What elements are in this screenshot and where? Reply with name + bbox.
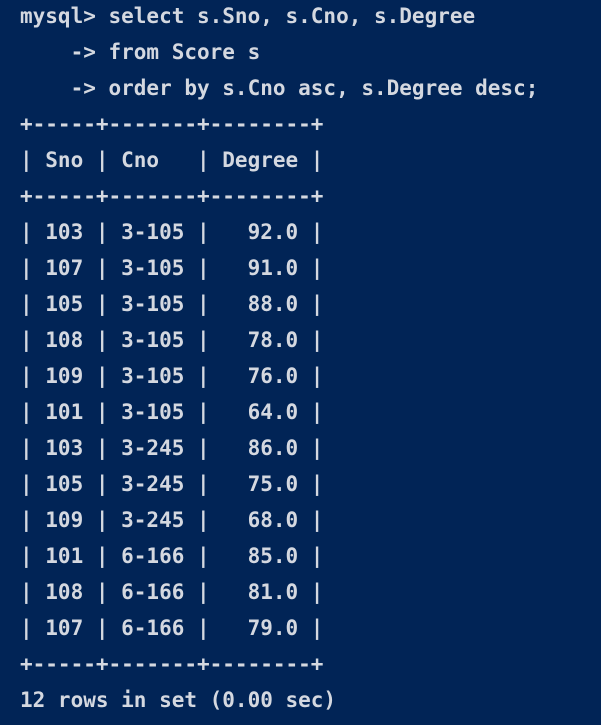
- table-row: | 101 | 6-166 | 85.0 |: [20, 544, 324, 568]
- continuation-line-order-by: -> order by s.Cno asc, s.Degree desc;: [20, 76, 539, 100]
- terminal-window[interactable]: mysql> select s.Sno, s.Cno, s.Degree -> …: [0, 0, 601, 723]
- table-row: | 107 | 6-166 | 79.0 |: [20, 616, 324, 640]
- table-border-header: +-----+-------+--------+: [20, 184, 324, 208]
- table-row: | 107 | 3-105 | 91.0 |: [20, 256, 324, 280]
- table-row: | 103 | 3-245 | 86.0 |: [20, 436, 324, 460]
- table-row: | 108 | 3-105 | 78.0 |: [20, 328, 324, 352]
- table-border-top: +-----+-------+--------+: [20, 112, 324, 136]
- table-row: | 108 | 6-166 | 81.0 |: [20, 580, 324, 604]
- prompt-line-select: mysql> select s.Sno, s.Cno, s.Degree: [20, 4, 476, 28]
- table-row: | 103 | 3-105 | 92.0 |: [20, 220, 324, 244]
- table-header-row: | Sno | Cno | Degree |: [20, 148, 324, 172]
- table-border-bottom: +-----+-------+--------+: [20, 652, 324, 676]
- table-row: | 105 | 3-245 | 75.0 |: [20, 472, 324, 496]
- continuation-line-from: -> from Score s: [20, 40, 261, 64]
- result-summary: 12 rows in set (0.00 sec): [20, 688, 337, 712]
- table-row: | 109 | 3-105 | 76.0 |: [20, 364, 324, 388]
- table-row: | 105 | 3-105 | 88.0 |: [20, 292, 324, 316]
- table-row: | 101 | 3-105 | 64.0 |: [20, 400, 324, 424]
- table-row: | 109 | 3-245 | 68.0 |: [20, 508, 324, 532]
